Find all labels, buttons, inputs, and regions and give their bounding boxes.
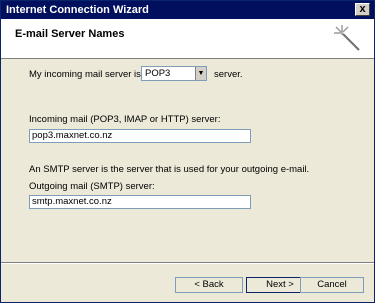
outgoing-server-label: Outgoing mail (SMTP) server: bbox=[29, 181, 155, 192]
incoming-suffix-label: server. bbox=[214, 69, 243, 80]
title-bar: Internet Connection Wizard x bbox=[1, 1, 374, 19]
wizard-header: E-mail Server Names bbox=[1, 19, 374, 59]
incoming-server-label: Incoming mail (POP3, IMAP or HTTP) serve… bbox=[29, 114, 221, 125]
page-title: E-mail Server Names bbox=[15, 28, 125, 40]
window-title: Internet Connection Wizard bbox=[6, 4, 149, 16]
outgoing-server-input[interactable]: smtp.maxnet.co.nz bbox=[29, 195, 251, 209]
back-button[interactable]: < Back bbox=[175, 277, 243, 293]
server-type-value: POP3 bbox=[145, 68, 171, 79]
close-button[interactable]: x bbox=[355, 3, 370, 16]
smtp-description: An SMTP server is the server that is use… bbox=[29, 164, 310, 175]
close-icon: x bbox=[359, 3, 366, 15]
chevron-down-icon[interactable]: ▼ bbox=[195, 67, 206, 80]
footer-divider bbox=[1, 262, 374, 264]
wizard-body: My incoming mail server is a POP3 ▼ serv… bbox=[29, 63, 349, 259]
wizard-sparkle-icon bbox=[334, 25, 360, 51]
wizard-window: Internet Connection Wizard x E-mail Serv… bbox=[0, 0, 375, 303]
cancel-button[interactable]: Cancel bbox=[300, 277, 364, 293]
incoming-prefix-label: My incoming mail server is a bbox=[29, 69, 149, 80]
incoming-server-input[interactable]: pop3.maxnet.co.nz bbox=[29, 129, 251, 143]
server-type-select[interactable]: POP3 ▼ bbox=[141, 66, 207, 81]
